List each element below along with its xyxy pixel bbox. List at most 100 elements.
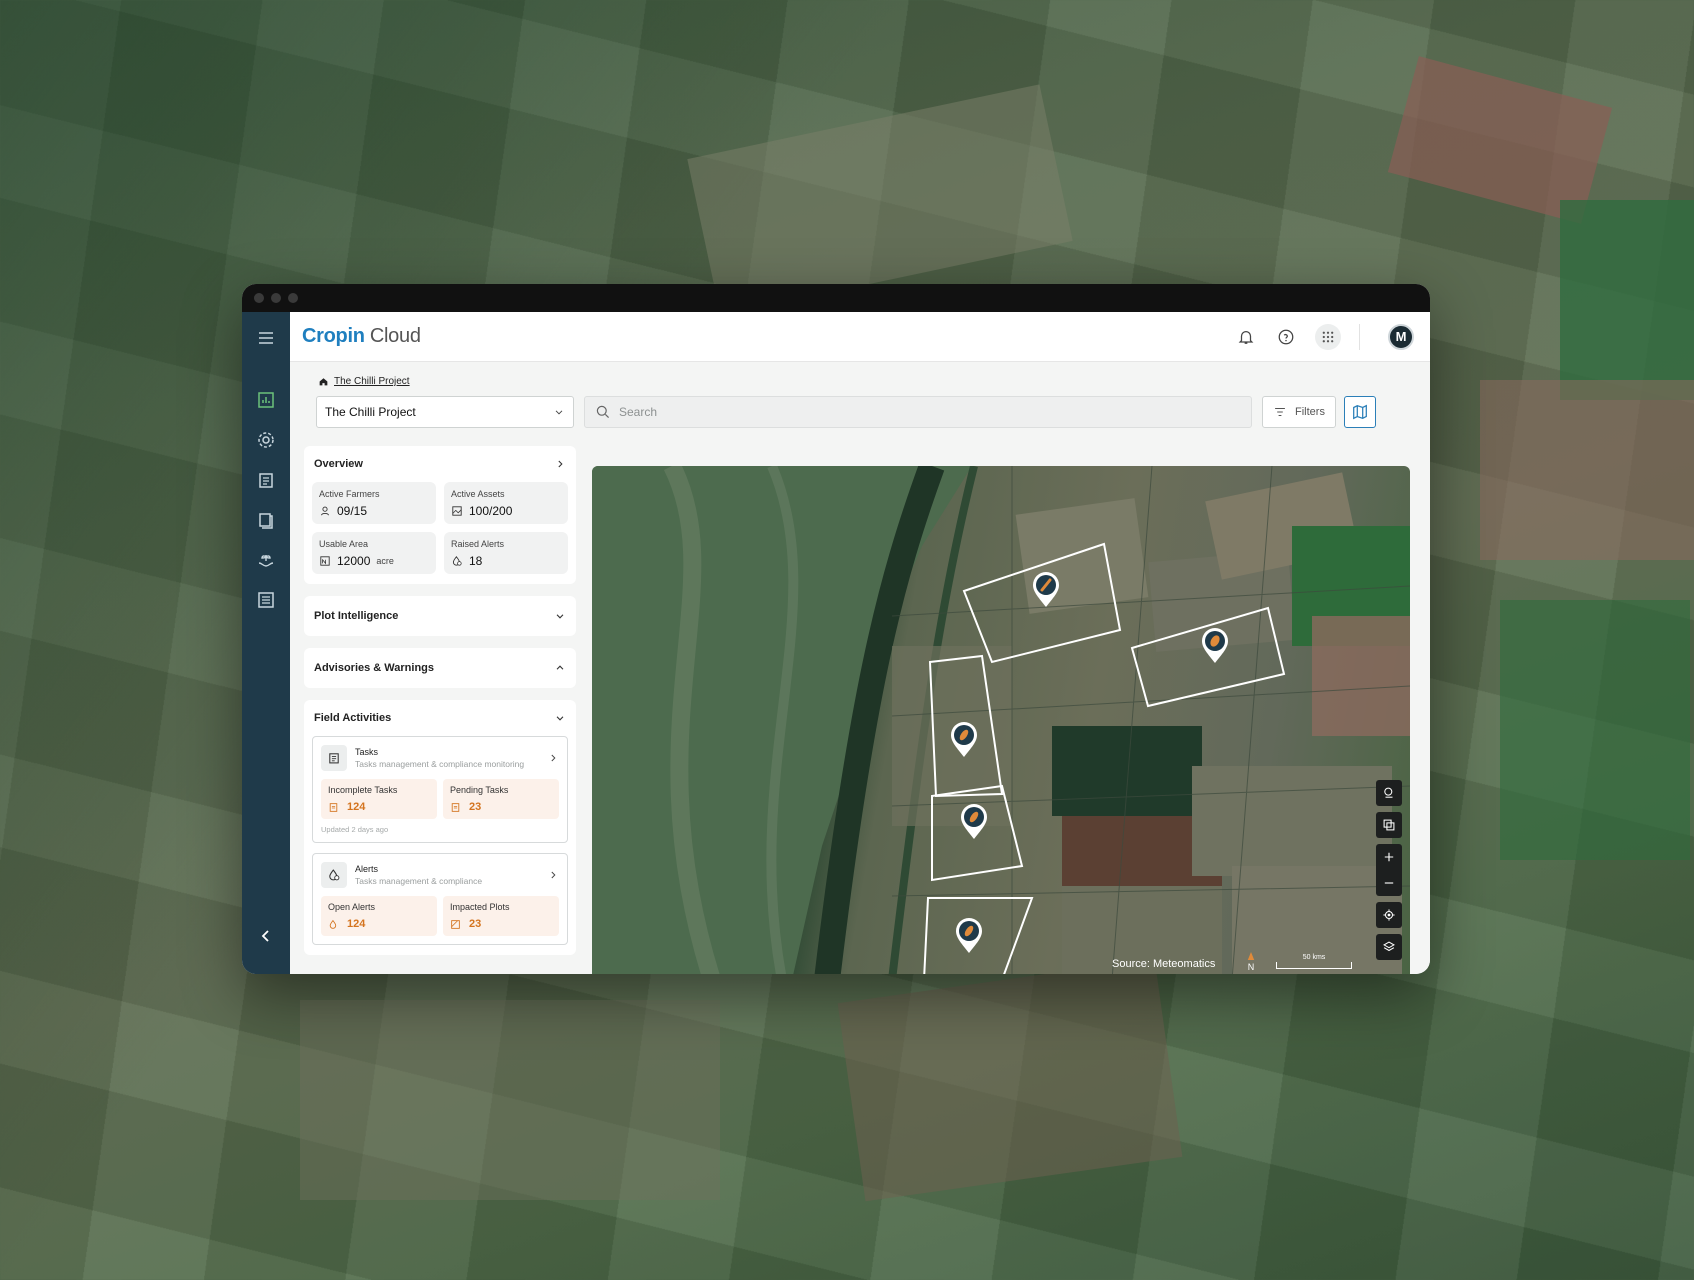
bg-field [1560, 200, 1694, 400]
left-panel: Overview Active Farmers 09/15 Active Ass… [304, 446, 576, 974]
stat-label: Active Assets [451, 489, 505, 499]
breadcrumb: The Chilli Project [318, 376, 410, 387]
locate-crosshair-icon[interactable] [1376, 902, 1402, 928]
breadcrumb-link[interactable]: The Chilli Project [334, 376, 410, 387]
overview-header[interactable]: Overview [312, 456, 568, 472]
stat-label: Pending Tasks [450, 785, 509, 795]
overview-card: Overview Active Farmers 09/15 Active Ass… [304, 446, 576, 584]
dashboard-chart-icon[interactable] [254, 388, 278, 412]
pending-tasks-stat[interactable]: Pending Tasks 23 [443, 779, 559, 819]
top-bar: Cropin Cloud M [290, 312, 1430, 362]
collapse-chevron-left-icon[interactable] [254, 924, 278, 948]
search-icon [596, 405, 610, 419]
settings-gear-icon[interactable] [254, 428, 278, 452]
hamburger-menu-icon[interactable] [254, 326, 278, 350]
chevron-down-icon[interactable] [554, 712, 566, 724]
stat-value: 124 [347, 801, 366, 813]
stat-label: Active Farmers [319, 489, 380, 499]
bell-icon[interactable] [1235, 326, 1257, 348]
chevron-right-icon[interactable] [547, 752, 559, 764]
chevron-right-icon[interactable] [547, 869, 559, 881]
stat-active-assets: Active Assets 100/200 [444, 482, 568, 524]
task-icon [451, 802, 460, 812]
home-icon[interactable] [318, 376, 329, 387]
alerts-title: Alerts [355, 864, 379, 874]
stat-label: Raised Alerts [451, 539, 505, 549]
chevron-right-icon[interactable] [554, 458, 566, 470]
plot-pin-icon[interactable] [954, 916, 984, 954]
stat-active-farmers: Active Farmers 09/15 [312, 482, 436, 524]
zoom-out-icon[interactable] [1376, 870, 1402, 896]
stat-label: Impacted Plots [450, 902, 510, 912]
stat-value: 23 [469, 801, 482, 813]
tasks-title: Tasks [355, 747, 379, 757]
filters-label: Filters [1295, 406, 1325, 418]
chevron-down-icon[interactable] [554, 610, 566, 622]
alerts-card[interactable]: Alerts Tasks management & compliance Ope… [312, 853, 568, 945]
plot-pin-icon[interactable] [1200, 626, 1230, 664]
bg-field [1387, 56, 1613, 224]
stat-usable-area: Usable Area 12000 acre [312, 532, 436, 574]
chevron-up-icon[interactable] [554, 662, 566, 674]
plant-hand-icon[interactable] [254, 548, 278, 572]
stat-value: 100/200 [469, 504, 513, 518]
project-dropdown-value: The Chilli Project [325, 405, 416, 419]
scale-label: 50 kms [1302, 954, 1326, 961]
window-dot[interactable] [271, 293, 281, 303]
apps-grid-icon[interactable] [1315, 323, 1341, 350]
plot-pin-icon[interactable] [949, 720, 979, 758]
help-icon[interactable] [1275, 326, 1297, 348]
map-imagery [592, 466, 1410, 974]
asset-icon [452, 506, 462, 516]
open-alerts-stat[interactable]: Open Alerts 124 [321, 896, 437, 936]
stat-label: Usable Area [319, 539, 369, 549]
book-icon[interactable] [254, 508, 278, 532]
bg-field [1500, 600, 1690, 860]
copy-layers-icon[interactable] [1376, 812, 1402, 838]
plot-pin-icon[interactable] [959, 802, 989, 840]
layers-icon[interactable] [1376, 934, 1402, 960]
bg-field [300, 1000, 720, 1200]
alerts-drop-icon [321, 862, 347, 888]
map-controls [1376, 780, 1402, 966]
plot-pin-icon[interactable] [1031, 570, 1061, 608]
window-dot[interactable] [254, 293, 264, 303]
alert-icon [329, 919, 337, 929]
field-activities-title: Field Activities [314, 712, 392, 724]
window-dot[interactable] [288, 293, 298, 303]
alert-icon [452, 556, 462, 566]
stat-value: 124 [347, 918, 366, 930]
list-icon[interactable] [254, 588, 278, 612]
map-view-toggle-button[interactable] [1344, 396, 1376, 428]
search-bar[interactable]: Search [584, 396, 1252, 428]
filters-button[interactable]: Filters [1262, 396, 1336, 428]
stat-label: Open Alerts [328, 902, 376, 912]
task-icon [329, 802, 338, 812]
plot-intelligence-title: Plot Intelligence [314, 610, 399, 622]
stat-raised-alerts: Raised Alerts 18 [444, 532, 568, 574]
field-activities-header[interactable]: Field Activities [312, 710, 568, 726]
stat-value: 09/15 [337, 504, 368, 518]
search-location-icon[interactable] [1376, 780, 1402, 806]
tasks-clipboard-icon [321, 745, 347, 771]
map-icon [1353, 404, 1367, 420]
north-label: N [1247, 962, 1255, 972]
advisories-card[interactable]: Advisories & Warnings [304, 648, 576, 688]
clipboard-icon[interactable] [254, 468, 278, 492]
satellite-map[interactable]: Source: Meteomatics N 50 kms [592, 466, 1410, 974]
overview-title: Overview [314, 458, 363, 470]
impacted-plots-stat[interactable]: Impacted Plots 23 [443, 896, 559, 936]
bg-field [687, 84, 1073, 316]
user-avatar[interactable]: M [1388, 323, 1414, 350]
filter-icon [1275, 407, 1285, 417]
map-source-attribution: Source: Meteomatics [1112, 958, 1216, 970]
zoom-in-icon[interactable] [1376, 844, 1402, 870]
incomplete-tasks-stat[interactable]: Incomplete Tasks 124 [321, 779, 437, 819]
window-titlebar [242, 284, 1430, 312]
farmer-icon [320, 506, 330, 516]
tasks-card[interactable]: Tasks Tasks management & compliance moni… [312, 736, 568, 843]
plot-intelligence-card[interactable]: Plot Intelligence [304, 596, 576, 636]
project-dropdown[interactable]: The Chilli Project [316, 396, 574, 428]
stat-label: Incomplete Tasks [328, 785, 398, 795]
stat-value: 18 [469, 554, 483, 568]
